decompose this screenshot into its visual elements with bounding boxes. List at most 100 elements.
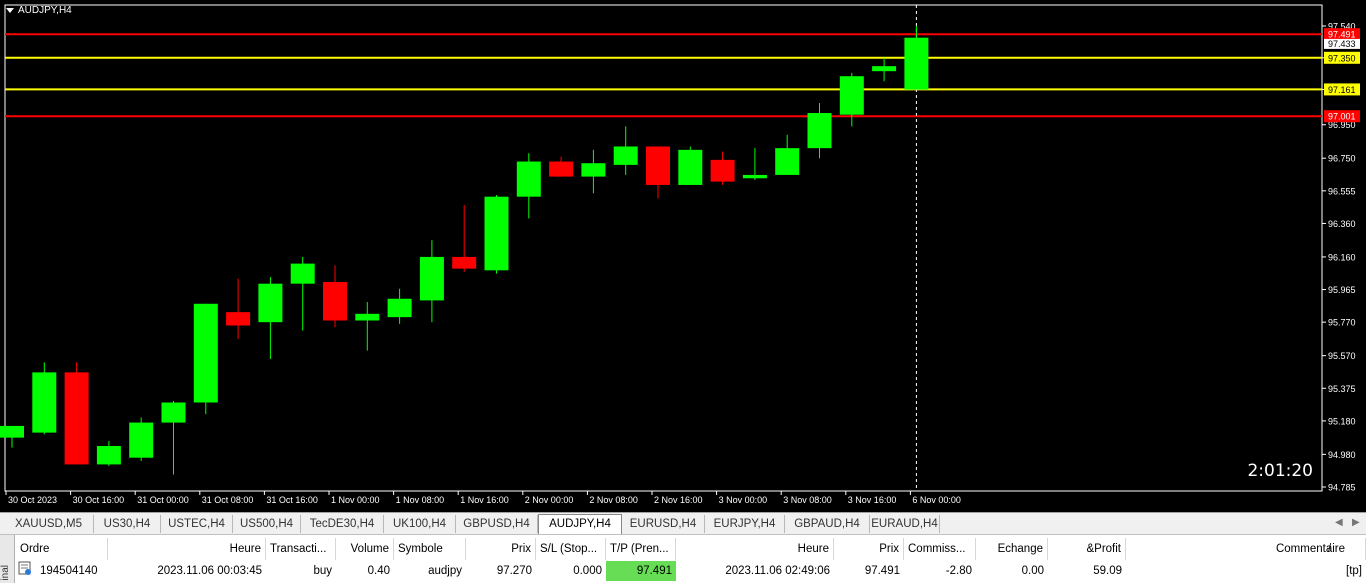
time-axis-label: 1 Nov 08:00 <box>396 495 445 505</box>
price-axis-label: 94.785 <box>1328 483 1356 493</box>
bull-candle <box>613 146 638 165</box>
bear-candle <box>452 256 477 269</box>
bear-candle <box>226 312 251 326</box>
chart-area[interactable]: 97.54097.35097.16196.95096.75096.55596.3… <box>0 0 1366 512</box>
price-axis-label: 96.160 <box>1328 252 1356 262</box>
time-axis-label: 30 Oct 2023 <box>8 495 57 505</box>
terminal-cell-10: -2.80 <box>945 565 972 577</box>
chart-tab-uk100-h4[interactable]: UK100,H4 <box>384 515 456 533</box>
time-axis-label: 30 Oct 16:00 <box>73 495 125 505</box>
terminal-header-8[interactable]: Heure <box>676 538 834 560</box>
price-axis-label: 95.375 <box>1328 384 1356 394</box>
price-axis-label: 94.980 <box>1328 450 1356 460</box>
time-axis-label: 31 Oct 00:00 <box>137 495 189 505</box>
bull-candle <box>96 446 121 465</box>
terminal-header-10[interactable]: Commiss... <box>904 538 976 560</box>
chart-tab-gbpusd-h4[interactable]: GBPUSD,H4 <box>456 515 538 533</box>
price-axis-label: 95.770 <box>1328 318 1356 328</box>
bull-candle <box>807 113 832 149</box>
bull-candle <box>904 37 929 90</box>
terminal-header-7[interactable]: T/P (Pren... <box>606 538 676 560</box>
terminal-cell-7: 97.491 <box>606 561 676 581</box>
bull-candle <box>258 283 283 323</box>
time-axis-label: 6 Nov 00:00 <box>912 495 961 505</box>
bull-candle <box>775 148 800 175</box>
bull-candle <box>581 163 606 177</box>
bull-candle <box>32 372 57 433</box>
terminal-cell-5: 97.270 <box>496 565 532 577</box>
terminal-side-label[interactable]: inal <box>0 535 15 583</box>
price-axis-label: 96.360 <box>1328 219 1356 229</box>
chart-tab-gbpaud-h4[interactable]: GBPAUD,H4 <box>785 515 870 533</box>
level-price-label: 97.350 <box>1328 53 1356 63</box>
time-axis-label: 3 Nov 00:00 <box>719 495 768 505</box>
bull-candle <box>872 66 897 72</box>
level-price-label: 97.001 <box>1328 112 1356 122</box>
bear-candle <box>64 372 89 465</box>
time-axis-label: 3 Nov 16:00 <box>848 495 897 505</box>
terminal-cell-2: buy <box>313 565 332 577</box>
terminal-cell-12: 59.09 <box>1093 565 1122 577</box>
tabs-scroll-left-icon[interactable]: ◀ <box>1335 517 1343 528</box>
price-chart[interactable]: 97.54097.35097.16196.95096.75096.55596.3… <box>0 0 1366 512</box>
candle-countdown: 2:01:20 <box>1247 461 1313 481</box>
terminal-header-4[interactable]: Symbole <box>394 538 466 560</box>
chart-symbol-label: AUDJPY,H4 <box>18 5 72 16</box>
terminal-header-6[interactable]: S/L (Stop... <box>536 538 606 560</box>
dropdown-triangle-icon[interactable] <box>6 8 14 13</box>
time-axis-label: 31 Oct 16:00 <box>266 495 318 505</box>
terminal-header-11[interactable]: Echange <box>976 538 1048 560</box>
terminal-cell-13: [tp] <box>1346 565 1362 577</box>
level-price-label: 97.161 <box>1328 85 1356 95</box>
order-document-icon <box>18 561 34 581</box>
terminal-cell-4: audjpy <box>428 565 462 577</box>
terminal-cell-3: 0.40 <box>367 565 390 577</box>
price-axis-label: 95.570 <box>1328 351 1356 361</box>
bull-candle <box>839 76 864 115</box>
terminal-header-0[interactable]: Ordre <box>16 538 108 560</box>
terminal-header-2[interactable]: Transacti... <box>266 538 336 560</box>
terminal-sort-icon[interactable]: / <box>1324 538 1338 560</box>
bid-price-label: 97.433 <box>1328 39 1356 49</box>
bull-candle <box>742 174 767 179</box>
terminal-header-3[interactable]: Volume <box>336 538 394 560</box>
time-axis-label: 1 Nov 16:00 <box>460 495 509 505</box>
chart-tab-us30-h4[interactable]: US30,H4 <box>94 515 161 533</box>
price-axis-label: 95.180 <box>1328 416 1356 426</box>
chart-tab-eurjpy-h4[interactable]: EURJPY,H4 <box>705 515 785 533</box>
terminal-cell-1: 2023.11.06 00:03:45 <box>157 565 262 577</box>
terminal-side-text: inal <box>0 565 11 581</box>
bear-candle <box>710 159 735 182</box>
plot-frame <box>4 4 1323 492</box>
time-axis-label: 1 Nov 00:00 <box>331 495 380 505</box>
chart-tab-us500-h4[interactable]: US500,H4 <box>233 515 301 533</box>
terminal-cell-9: 97.491 <box>864 565 900 577</box>
bull-candle <box>516 161 541 197</box>
chart-tab-euraud-h4[interactable]: EURAUD,H4 <box>870 515 940 533</box>
chart-tab-tecde30-h4[interactable]: TecDE30,H4 <box>301 515 384 533</box>
chart-tab-xauusd-m5[interactable]: XAUUSD,M5 <box>4 515 94 533</box>
terminal-header-5[interactable]: Prix <box>466 538 536 560</box>
chart-tab-ustec-h4[interactable]: USTEC,H4 <box>161 515 233 533</box>
time-axis-label: 2 Nov 08:00 <box>589 495 638 505</box>
chart-tab-eurusd-h4[interactable]: EURUSD,H4 <box>622 515 705 533</box>
bull-candle <box>129 422 154 458</box>
chart-tab-audjpy-h4[interactable]: AUDJPY,H4 <box>538 514 622 534</box>
bull-candle <box>161 402 186 423</box>
bull-candle <box>484 196 509 271</box>
price-axis-label: 96.750 <box>1328 154 1356 164</box>
bear-candle <box>323 282 347 321</box>
bear-candle <box>549 161 574 177</box>
terminal-cell-6: 0.000 <box>573 565 602 577</box>
terminal-cell-8: 2023.11.06 02:49:06 <box>725 565 830 577</box>
terminal-header-1[interactable]: Heure <box>108 538 266 560</box>
bull-candle <box>387 298 412 318</box>
terminal-header-12[interactable]: &Profit <box>1048 538 1126 560</box>
price-axis-label: 96.555 <box>1328 186 1356 196</box>
chart-title: AUDJPY,H4 <box>6 5 72 16</box>
terminal-header-9[interactable]: Prix <box>834 538 904 560</box>
time-axis-label: 2 Nov 00:00 <box>525 495 574 505</box>
tabs-scroll-right-icon[interactable]: ▶ <box>1352 517 1360 528</box>
time-axis-label: 31 Oct 08:00 <box>202 495 254 505</box>
time-axis-label: 3 Nov 08:00 <box>783 495 832 505</box>
